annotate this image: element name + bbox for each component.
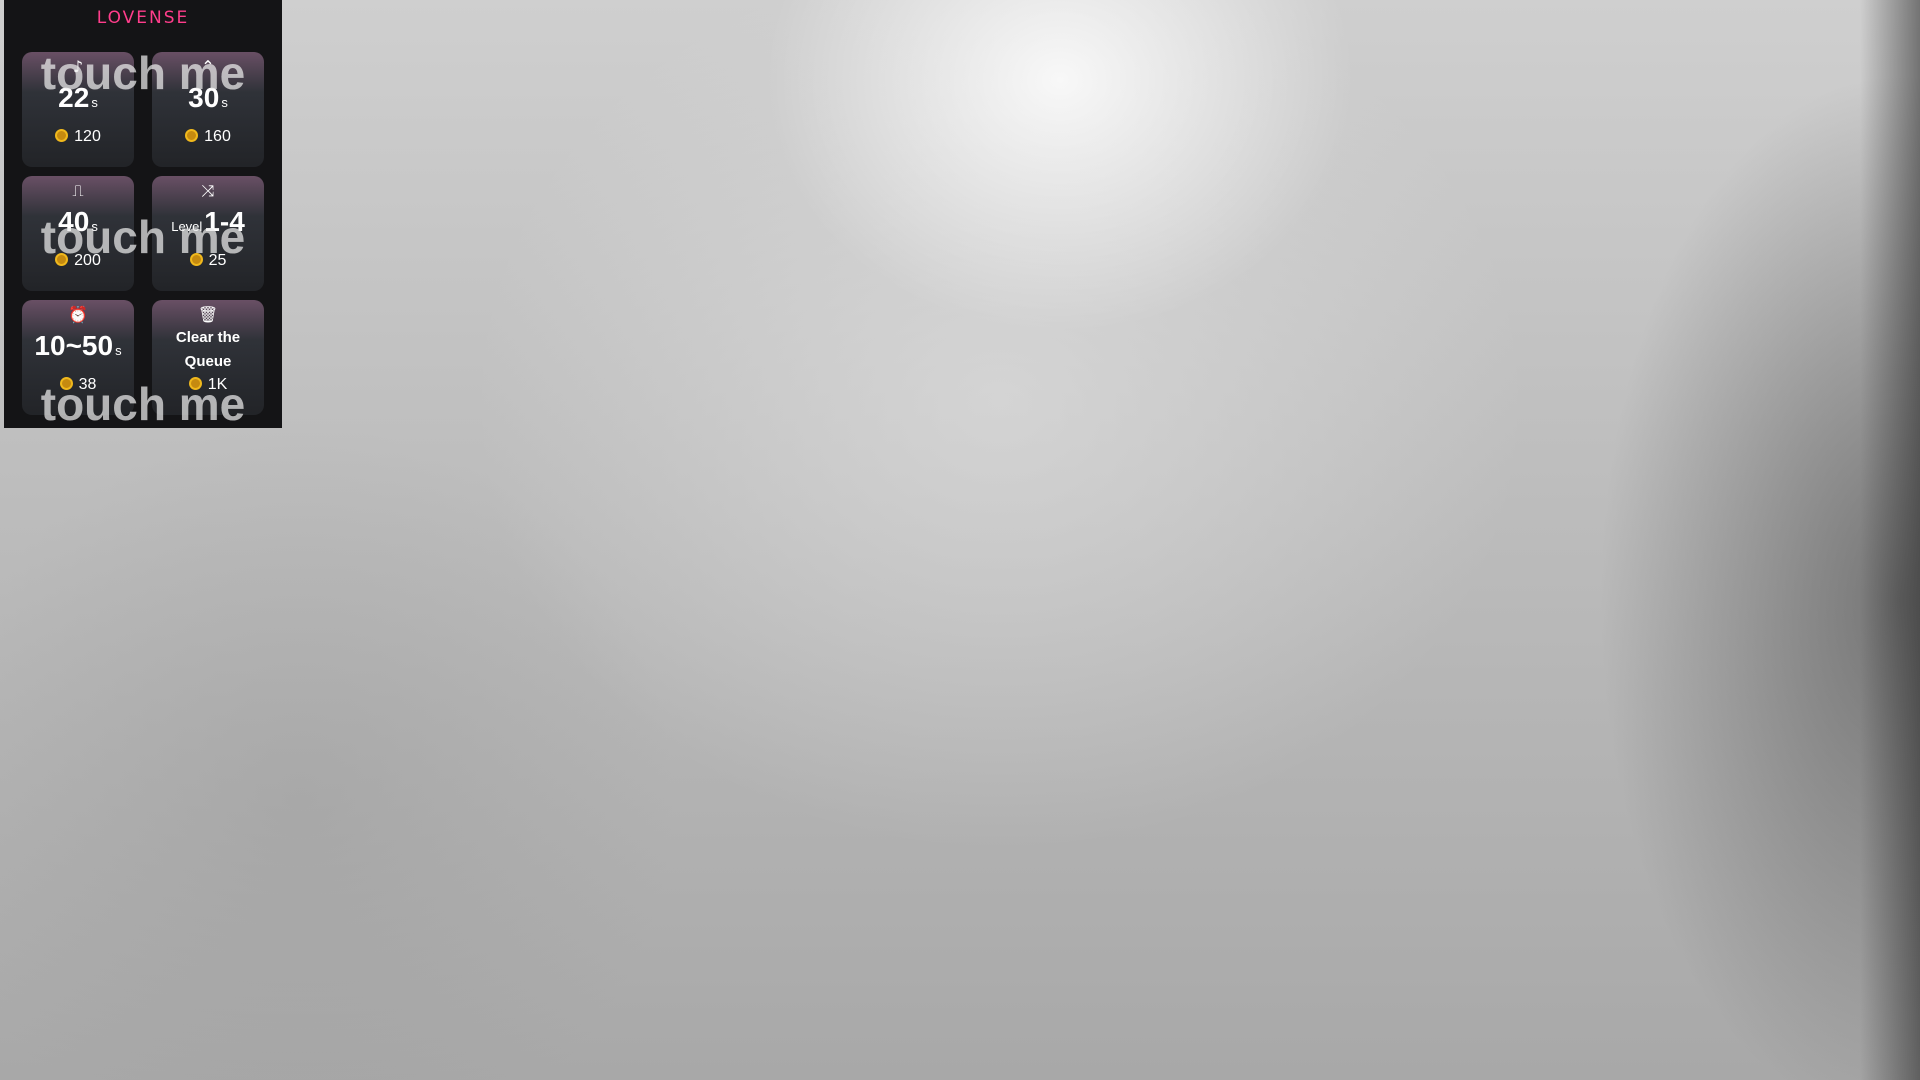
price-value: 200 [74, 252, 101, 269]
tile-price: 120 [22, 128, 134, 146]
duration-unit: s [91, 219, 98, 234]
price-value: 120 [74, 128, 101, 145]
video-edge-shadow [1860, 0, 1920, 1080]
tip-level-tile-5[interactable]: ⏰ 10~50 s 38 [22, 300, 134, 415]
coin-icon [188, 377, 202, 391]
duration-unit: s [91, 95, 98, 110]
price-value: 160 [204, 128, 231, 145]
tile-level: Level1-4 [152, 204, 264, 245]
tile-price: 1K [152, 376, 264, 394]
tile-duration: 40 s [22, 204, 134, 245]
coin-icon [55, 129, 69, 143]
coin-icon [55, 253, 69, 267]
clear-queue-label: Clear the Queue [152, 326, 264, 374]
tile-duration: 10~50 s [22, 328, 134, 369]
tip-level-tile-4[interactable]: ⤨ Level1-4 25 [152, 176, 264, 291]
video-stream [0, 0, 1920, 1080]
tile-price: 200 [22, 252, 134, 270]
tile-price: 38 [22, 376, 134, 394]
price-value: 38 [78, 376, 97, 393]
price-value: 25 [208, 252, 227, 269]
lovense-tip-menu: LOVENSE ♪ 22 s 120 ⌃ 30 s 160 ⎍ 40 s 200 ⤨ [4, 0, 282, 428]
duration-value: 10~50 [34, 330, 114, 361]
tile-duration: 22 s [22, 80, 134, 121]
music-note-icon: ♪ [72, 57, 84, 76]
duration-value: 22 [58, 82, 90, 113]
tip-level-tile-1[interactable]: ♪ 22 s 120 [22, 52, 134, 167]
lovense-logo: LOVENSE [96, 8, 190, 28]
level-value: 1-4 [204, 206, 245, 237]
wave-icon: ⌃ [201, 57, 215, 76]
tile-price: 160 [152, 128, 264, 146]
tile-duration: 30 s [152, 80, 264, 121]
trash-icon: 🗑 [197, 305, 219, 324]
duration-unit: s [221, 95, 228, 110]
clear-queue-label-line2: Queue [184, 353, 232, 370]
duration-value: 40 [58, 206, 90, 237]
pulse-icon: ⎍ [72, 181, 84, 200]
coin-icon [185, 129, 199, 143]
price-value: 1K [207, 376, 228, 393]
tip-level-tile-3[interactable]: ⎍ 40 s 200 [22, 176, 134, 291]
level-prefix: Level [171, 219, 203, 234]
duration-value: 30 [188, 82, 220, 113]
tile-price: 25 [152, 252, 264, 270]
coin-icon [189, 253, 203, 267]
clear-queue-tile[interactable]: 🗑 Clear the Queue 1K [152, 300, 264, 415]
random-icon: ⤨ [201, 181, 215, 200]
coin-icon [59, 377, 73, 391]
duration-unit: s [115, 343, 122, 358]
clear-queue-label-line1: Clear the [175, 329, 241, 346]
alarm-clock-icon: ⏰ [68, 305, 88, 324]
tip-level-tile-2[interactable]: ⌃ 30 s 160 [152, 52, 264, 167]
